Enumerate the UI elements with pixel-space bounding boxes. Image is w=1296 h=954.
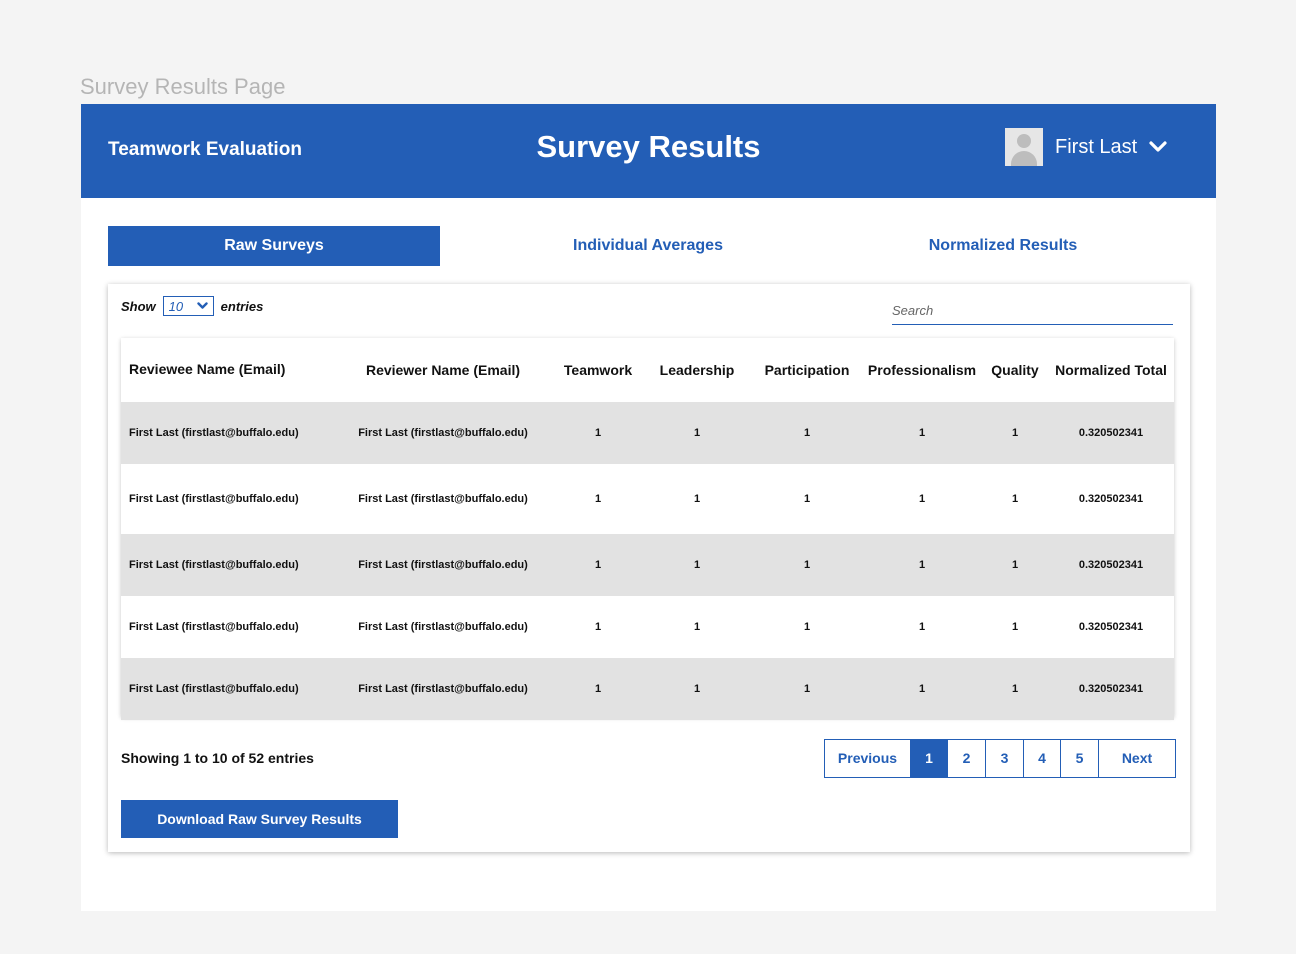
table-cell: 1 xyxy=(594,493,602,505)
table-cell: 0.320502341 xyxy=(1048,534,1174,596)
pagination-page-4[interactable]: 4 xyxy=(1023,740,1060,777)
table-cell: 1 xyxy=(554,534,642,596)
tab-raw-surveys[interactable]: Raw Surveys xyxy=(108,226,440,266)
table-cell: 1 xyxy=(642,402,752,464)
download-raw-results-button[interactable]: Download Raw Survey Results xyxy=(121,800,398,838)
table-cell: 1 xyxy=(752,534,862,596)
table-cell: 1 xyxy=(1011,493,1019,505)
avatar xyxy=(1005,128,1043,166)
chevron-down-icon xyxy=(196,302,208,309)
table-cell: 1 xyxy=(554,402,642,464)
entries-summary: Showing 1 to 10 of 52 entries xyxy=(121,750,314,766)
user-menu[interactable]: First Last xyxy=(1005,128,1167,166)
results-card: Show 10 entries Reviewee Name (Email) xyxy=(108,284,1190,852)
table-cell: 1 xyxy=(752,658,862,720)
table-cell: 1 xyxy=(1011,621,1019,633)
table-cell: 1 xyxy=(982,658,1048,720)
pagination-page-3[interactable]: 3 xyxy=(985,740,1023,777)
pagination-page-2[interactable]: 2 xyxy=(947,740,985,777)
table-cell: 1 xyxy=(693,493,701,505)
table-cell: 1 xyxy=(803,493,811,505)
entries-select-value: 10 xyxy=(168,298,184,314)
table-cell: 1 xyxy=(982,534,1048,596)
entries-control: Show 10 entries xyxy=(121,296,263,316)
column-header[interactable]: Normalized Total xyxy=(1048,338,1174,402)
top-header: Teamwork Evaluation Survey Results First… xyxy=(81,104,1216,198)
table-cell: First Last (firstlast@buffalo.edu) xyxy=(358,621,528,633)
table-header-row: Reviewee Name (Email) Reviewer Name (Ema… xyxy=(121,338,1174,402)
column-header[interactable]: Quality xyxy=(982,338,1048,402)
table-cell: 1 xyxy=(642,658,752,720)
table-cell: First Last (firstlast@buffalo.edu) xyxy=(358,493,528,505)
user-name: First Last xyxy=(1055,135,1138,158)
table-cell: First Last (firstlast@buffalo.edu) xyxy=(121,658,332,720)
results-table: Reviewee Name (Email) Reviewer Name (Ema… xyxy=(121,338,1174,720)
table-cell: First Last (firstlast@buffalo.edu) xyxy=(332,534,554,596)
table-cell: 1 xyxy=(862,658,982,720)
table-cell: 1 xyxy=(642,534,752,596)
table-cell: 1 xyxy=(594,621,602,633)
column-header[interactable]: Teamwork xyxy=(554,338,642,402)
pagination-page-1[interactable]: 1 xyxy=(910,740,947,777)
table-cell: 1 xyxy=(693,621,701,633)
table-cell: 0.320502341 xyxy=(1078,621,1144,633)
table-cell: 1 xyxy=(862,534,982,596)
table-cell: First Last (firstlast@buffalo.edu) xyxy=(332,402,554,464)
table-cell: 1 xyxy=(918,493,926,505)
column-header[interactable]: Professionalism xyxy=(862,338,982,402)
table-cell: 1 xyxy=(982,402,1048,464)
table-cell: 1 xyxy=(862,402,982,464)
entries-label: entries xyxy=(220,298,264,314)
table-cell: First Last (firstlast@buffalo.edu) xyxy=(129,493,299,505)
survey-results-page: Teamwork Evaluation Survey Results First… xyxy=(81,104,1216,911)
entries-select[interactable]: 10 xyxy=(162,296,214,316)
table-cell: First Last (firstlast@buffalo.edu) xyxy=(121,402,332,464)
table-cell: 0.320502341 xyxy=(1048,658,1174,720)
column-header[interactable]: Participation xyxy=(752,338,862,402)
column-header[interactable]: Reviewee Name (Email) xyxy=(121,338,332,402)
chevron-down-icon[interactable] xyxy=(1149,141,1167,153)
pagination-previous[interactable]: Previous xyxy=(825,740,910,777)
table-cell: 1 xyxy=(803,621,811,633)
column-header[interactable]: Reviewer Name (Email) xyxy=(332,338,554,402)
search-input[interactable] xyxy=(892,296,1173,325)
table-cell: First Last (firstlast@buffalo.edu) xyxy=(332,658,554,720)
frame-label: Survey Results Page xyxy=(80,74,286,99)
table-row[interactable]: First Last (firstlast@buffalo.edu) First… xyxy=(121,534,1174,596)
table-row[interactable]: First Last (firstlast@buffalo.edu) First… xyxy=(121,402,1174,464)
results-table-container: Reviewee Name (Email) Reviewer Name (Ema… xyxy=(121,338,1174,720)
table-row[interactable]: First Last (firstlast@buffalo.edu) First… xyxy=(121,596,1174,658)
column-header[interactable]: Leadership xyxy=(642,338,752,402)
table-row[interactable]: First Last (firstlast@buffalo.edu) First… xyxy=(121,464,1174,534)
pagination-next[interactable]: Next xyxy=(1098,740,1175,777)
table-cell: 1 xyxy=(918,621,926,633)
table-cell: 1 xyxy=(554,658,642,720)
show-label: Show xyxy=(121,298,156,314)
table-cell: First Last (firstlast@buffalo.edu) xyxy=(129,621,299,633)
tab-bar: Raw Surveys Individual Averages Normaliz… xyxy=(108,226,1190,266)
tab-individual-averages[interactable]: Individual Averages xyxy=(498,226,798,266)
table-cell: 0.320502341 xyxy=(1078,493,1144,505)
pagination: Previous 1 2 3 4 5 Next xyxy=(824,739,1176,778)
table-cell: First Last (firstlast@buffalo.edu) xyxy=(121,534,332,596)
table-row[interactable]: First Last (firstlast@buffalo.edu) First… xyxy=(121,658,1174,720)
tab-normalized-results[interactable]: Normalized Results xyxy=(853,226,1153,266)
table-cell: 1 xyxy=(752,402,862,464)
pagination-page-5[interactable]: 5 xyxy=(1060,740,1098,777)
table-cell: 0.320502341 xyxy=(1048,402,1174,464)
